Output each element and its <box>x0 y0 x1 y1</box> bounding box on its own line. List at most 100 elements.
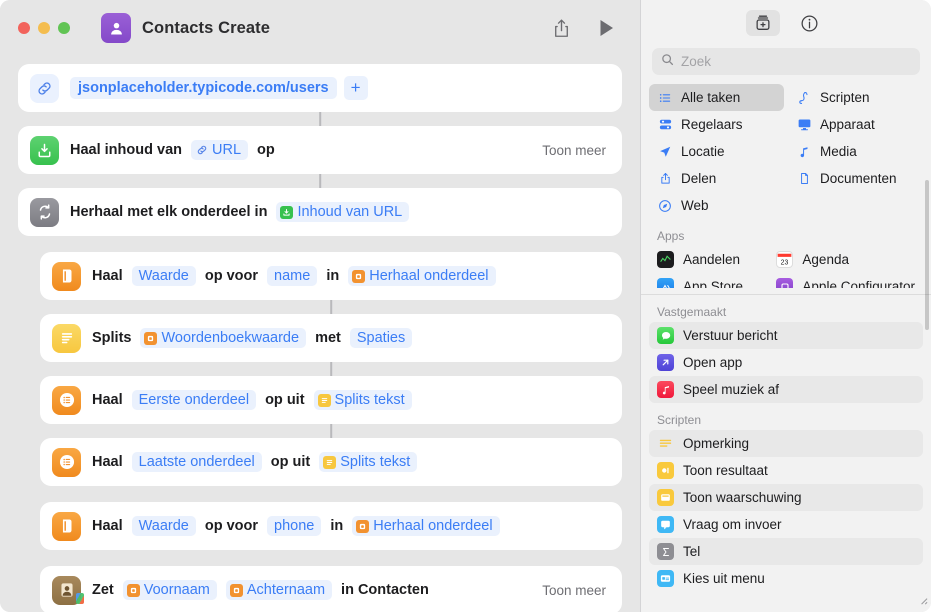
library-item-label: Agenda <box>802 252 849 267</box>
add-url-button[interactable]: + <box>344 76 368 100</box>
action-parameter[interactable]: Waarde <box>132 516 196 536</box>
minimize-button[interactable] <box>38 22 50 34</box>
library-category-web[interactable]: Web <box>649 192 784 219</box>
library-sections[interactable]: AppsAandelen23Agenda App Store Apple Confi… <box>641 219 931 592</box>
library-section-header: Apps <box>641 219 931 246</box>
dictionary-icon <box>52 512 81 541</box>
action-text: Herhaal met elk onderdeel in <box>70 204 267 220</box>
library-item[interactable]: Toon waarschuwing <box>649 484 923 511</box>
close-button[interactable] <box>18 22 30 34</box>
variable-type-icon <box>127 584 140 597</box>
variable-type-icon <box>318 394 331 407</box>
show-more-button[interactable]: Toon meer <box>542 143 606 158</box>
library-toolbar <box>641 0 931 46</box>
action-parameter-label: Spaties <box>357 330 405 346</box>
action-parameter[interactable]: Woordenboekwaarde <box>140 328 306 348</box>
library-category-apparaat[interactable]: Apparaat <box>788 111 923 138</box>
action-parameter[interactable]: Herhaal onderdeel <box>348 266 495 286</box>
connector-line <box>330 362 332 376</box>
action-card[interactable]: Herhaal met elk onderdeel in Inhoud van U… <box>18 188 622 236</box>
action-card[interactable]: SplitsWoordenboekwaardemetSpaties <box>40 314 622 362</box>
library-section-header: Scripten <box>641 403 931 430</box>
library-item[interactable]: Tel <box>649 538 923 565</box>
action-card[interactable]: jsonplaceholder.typicode.com/users + <box>18 64 622 112</box>
action-parameter[interactable]: name <box>267 266 317 286</box>
library-category-delen[interactable]: Delen <box>649 165 784 192</box>
action-description: HaalLaatste onderdeelop uitSplits tekst <box>92 452 417 472</box>
resize-grip-icon[interactable] <box>917 592 928 610</box>
action-parameter-label: Eerste onderdeel <box>139 392 249 408</box>
share-icon[interactable] <box>552 18 571 39</box>
action-row-add-to-contacts: ZetVoornaamAchternaamin ContactenToon me… <box>18 550 622 612</box>
action-parameter[interactable]: Inhoud van URL <box>276 202 409 222</box>
library-item[interactable]: Verstuur bericht <box>649 322 923 349</box>
traffic-light-buttons[interactable] <box>18 22 70 34</box>
library-item[interactable]: 23Agenda <box>768 246 923 273</box>
library-item-label: Verstuur bericht <box>683 328 778 343</box>
action-parameter[interactable]: Spaties <box>350 328 412 348</box>
library-category-scripten[interactable]: Scripten <box>788 84 923 111</box>
action-parameter[interactable]: Voornaam <box>123 580 217 600</box>
show-more-button[interactable]: Toon meer <box>542 583 606 598</box>
action-row-get-value-name: HaalWaardeop voornameinHerhaal onderdeel <box>18 236 622 300</box>
action-parameter[interactable]: Waarde <box>132 266 196 286</box>
search-field[interactable] <box>652 48 920 75</box>
action-parameter[interactable]: phone <box>267 516 321 536</box>
library-item[interactable]: Kies uit menu <box>649 565 923 592</box>
action-card[interactable]: HaalLaatste onderdeelop uitSplits tekst <box>40 438 622 486</box>
scripting-icon <box>796 90 812 105</box>
library-item[interactable]: Open app <box>649 349 923 376</box>
action-parameter-label: Waarde <box>139 518 189 534</box>
zoom-button[interactable] <box>58 22 70 34</box>
action-card[interactable]: HaalWaardeop voorphoneinHerhaal onderdee… <box>40 502 622 550</box>
action-text: Splits <box>92 330 131 346</box>
library-item-label: Vraag om invoer <box>683 517 782 532</box>
play-icon[interactable] <box>599 19 614 37</box>
library-scroll-area[interactable]: Alle takenScriptenRegelaarsApparaatLocat… <box>641 84 931 612</box>
connector-line <box>330 424 332 438</box>
library-item[interactable]: Vraag om invoer <box>649 511 923 538</box>
action-card[interactable]: ZetVoornaamAchternaamin ContactenToon me… <box>40 566 622 612</box>
action-parameter-label: Waarde <box>139 268 189 284</box>
action-parameter[interactable]: Herhaal onderdeel <box>352 516 499 536</box>
library-category-media[interactable]: Media <box>788 138 923 165</box>
library-item[interactable]: Opmerking <box>649 430 923 457</box>
window-titlebar: Contacts Create <box>0 0 640 56</box>
action-parameter[interactable]: Achternaam <box>226 580 332 600</box>
library-scrollbar[interactable] <box>925 180 929 330</box>
library-item-label: Speel muziek af <box>683 382 779 397</box>
action-parameter[interactable]: Laatste onderdeel <box>132 452 262 472</box>
category-grid[interactable]: Alle takenScriptenRegelaarsApparaatLocat… <box>641 84 931 219</box>
ask-input-icon <box>657 516 674 533</box>
library-category-label: Documenten <box>820 171 897 186</box>
action-parameter[interactable]: Eerste onderdeel <box>132 390 256 410</box>
library-item[interactable]: App Store <box>649 273 764 288</box>
workflow-canvas[interactable]: jsonplaceholder.typicode.com/users + Haal … <box>0 56 640 612</box>
library-category-regelaars[interactable]: Regelaars <box>649 111 784 138</box>
library-category-alle-taken[interactable]: Alle taken <box>649 84 784 111</box>
action-card[interactable]: Haal inhoud vanURLopToon meer <box>18 126 622 174</box>
action-card[interactable]: HaalEerste onderdeelop uitSplits tekst <box>40 376 622 424</box>
action-card[interactable]: HaalWaardeop voornameinHerhaal onderdeel <box>40 252 622 300</box>
library-category-locatie[interactable]: Locatie <box>649 138 784 165</box>
library-item[interactable]: Toon resultaat <box>649 457 923 484</box>
action-row-url: jsonplaceholder.typicode.com/users + <box>18 64 622 112</box>
library-item-label: Toon resultaat <box>683 463 768 478</box>
action-library-icon[interactable] <box>746 10 780 36</box>
search-input[interactable] <box>681 54 911 69</box>
library-item[interactable]: Aandelen <box>649 246 764 273</box>
url-value[interactable]: jsonplaceholder.typicode.com/users <box>70 77 337 99</box>
info-circle-icon[interactable] <box>792 10 826 36</box>
action-description: SplitsWoordenboekwaardemetSpaties <box>92 328 412 348</box>
action-parameter[interactable]: Splits tekst <box>319 452 417 472</box>
choose-from-menu-icon <box>657 570 674 587</box>
action-connector <box>40 424 622 438</box>
configurator-app-icon <box>776 278 793 288</box>
library-category-documenten[interactable]: Documenten <box>788 165 923 192</box>
library-item[interactable]: Speel muziek af <box>649 376 923 403</box>
action-parameter[interactable]: URL <box>191 140 248 160</box>
library-item[interactable]: Apple Configurator <box>768 273 923 288</box>
download-icon <box>30 136 59 165</box>
action-description: ZetVoornaamAchternaamin Contacten <box>92 580 429 600</box>
action-parameter[interactable]: Splits tekst <box>314 390 412 410</box>
